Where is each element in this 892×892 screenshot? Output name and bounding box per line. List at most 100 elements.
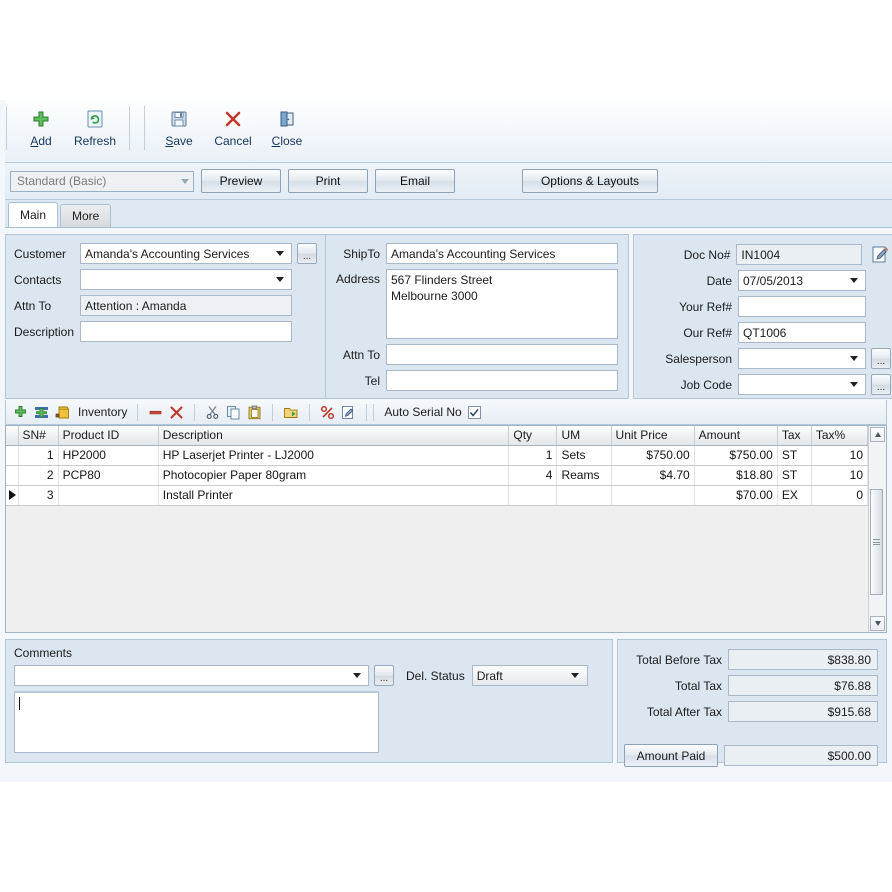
- shipto-input[interactable]: Amanda's Accounting Services: [386, 243, 618, 264]
- cut-icon[interactable]: [205, 405, 220, 420]
- scroll-up-button[interactable]: [870, 427, 885, 442]
- options-layouts-button[interactable]: Options & Layouts: [522, 169, 658, 193]
- comments-select[interactable]: [14, 665, 369, 686]
- col-header-tax[interactable]: Tax: [777, 426, 812, 446]
- copy-icon[interactable]: [226, 405, 241, 420]
- delete-row-icon[interactable]: [169, 405, 184, 420]
- contacts-label: Contacts: [14, 272, 62, 287]
- left-rail: [0, 100, 5, 782]
- auto-serial-checkbox[interactable]: [467, 405, 481, 419]
- inventory-icon[interactable]: [55, 405, 71, 420]
- salesperson-select[interactable]: [738, 348, 866, 369]
- grid-vertical-scrollbar[interactable]: [868, 426, 886, 632]
- cell-um[interactable]: [556, 485, 612, 506]
- col-header-description[interactable]: Description: [158, 426, 510, 446]
- ourref-input[interactable]: QT1006: [738, 322, 866, 343]
- cell-tax[interactable]: ST: [777, 445, 812, 466]
- insert-row-icon[interactable]: [34, 405, 49, 420]
- customer-browse-button[interactable]: ...: [297, 243, 317, 264]
- customer-select[interactable]: Amanda's Accounting Services: [80, 243, 292, 264]
- scrollbar-thumb[interactable]: [870, 489, 883, 595]
- cell-tax[interactable]: EX: [777, 485, 812, 506]
- col-header-tax-pct[interactable]: Tax%: [811, 426, 868, 446]
- ship-attn-input[interactable]: [386, 344, 618, 365]
- description-input[interactable]: [80, 321, 292, 342]
- col-header-qty[interactable]: Qty: [508, 426, 558, 446]
- cell-unit-price[interactable]: [611, 485, 695, 506]
- contacts-select[interactable]: [80, 269, 292, 290]
- del-status-label: Del. Status: [406, 668, 465, 683]
- cell-um[interactable]: Reams: [556, 465, 612, 486]
- cell-unit-price[interactable]: $750.00: [611, 445, 695, 466]
- cell-product-id[interactable]: [58, 485, 159, 506]
- cell-qty[interactable]: 1: [508, 445, 558, 466]
- col-header-amount[interactable]: Amount: [694, 426, 778, 446]
- cell-sn[interactable]: 2: [18, 465, 59, 486]
- comments-textarea[interactable]: [14, 691, 379, 753]
- scroll-down-button[interactable]: [870, 616, 885, 631]
- cell-qty[interactable]: [508, 485, 558, 506]
- comments-browse-button[interactable]: ...: [374, 665, 394, 686]
- salesperson-browse-button[interactable]: ...: [871, 348, 891, 369]
- col-header-sn[interactable]: SN#: [18, 426, 59, 446]
- table-row[interactable]: 1 HP2000 HP Laserjet Printer - LJ2000 1 …: [6, 445, 868, 466]
- del-status-select[interactable]: Draft: [471, 665, 588, 686]
- percent-icon[interactable]: [320, 405, 335, 420]
- cell-um[interactable]: Sets: [556, 445, 612, 466]
- scrollbar-track[interactable]: [869, 443, 886, 615]
- edit-pencil-icon[interactable]: [341, 405, 356, 420]
- add-button[interactable]: AAdddd: [14, 100, 68, 162]
- cancel-button[interactable]: Cancel: [206, 100, 260, 162]
- row-selector[interactable]: [6, 485, 19, 506]
- address-textarea[interactable]: 567 Flinders Street Melbourne 3000: [386, 269, 618, 339]
- docno-value: IN1004: [741, 247, 781, 262]
- cell-tax-pct[interactable]: 0: [811, 485, 868, 506]
- cell-tax-pct[interactable]: 10: [811, 465, 868, 486]
- cell-tax-pct[interactable]: 10: [811, 445, 868, 466]
- col-header-product-id[interactable]: Product ID: [58, 426, 159, 446]
- pencil-edit-icon[interactable]: [868, 244, 892, 265]
- save-button[interactable]: Save: [152, 100, 206, 162]
- layout-select[interactable]: Standard (Basic): [10, 170, 194, 192]
- cell-tax[interactable]: ST: [777, 465, 812, 486]
- date-picker[interactable]: 07/05/2013: [738, 270, 866, 291]
- table-row[interactable]: 2 PCP80 Photocopier Paper 80gram 4 Reams…: [6, 465, 868, 486]
- table-row-selected[interactable]: 3 Install Printer $70.00 EX 0: [6, 485, 868, 506]
- refresh-button[interactable]: Refresh: [68, 100, 122, 162]
- cell-sn[interactable]: 1: [18, 445, 59, 466]
- row-selector[interactable]: [6, 465, 19, 486]
- tab-more[interactable]: More: [60, 204, 112, 227]
- cell-product-id[interactable]: HP2000: [58, 445, 159, 466]
- cell-description[interactable]: HP Laserjet Printer - LJ2000: [158, 445, 510, 466]
- tab-main[interactable]: Main: [8, 202, 59, 227]
- print-button[interactable]: Print: [288, 169, 368, 193]
- tel-input[interactable]: [386, 370, 618, 391]
- yourref-input[interactable]: [738, 296, 866, 317]
- cell-qty[interactable]: 4: [508, 465, 558, 486]
- jobcode-browse-button[interactable]: ...: [871, 374, 891, 395]
- del-status-value: Draft: [476, 668, 503, 683]
- cell-product-id[interactable]: PCP80: [58, 465, 159, 486]
- remove-row-icon[interactable]: [148, 405, 163, 420]
- cell-description[interactable]: Photocopier Paper 80gram: [158, 465, 510, 486]
- preview-button[interactable]: Preview: [201, 169, 281, 193]
- paste-icon[interactable]: [247, 405, 262, 420]
- export-icon[interactable]: [283, 405, 299, 420]
- jobcode-select[interactable]: [738, 374, 866, 395]
- attn-to-input[interactable]: Attention : Amanda: [80, 295, 292, 316]
- cell-amount[interactable]: $70.00: [694, 485, 778, 506]
- cell-amount[interactable]: $750.00: [694, 445, 778, 466]
- col-header-unit-price[interactable]: Unit Price: [611, 426, 695, 446]
- cell-description[interactable]: Install Printer: [158, 485, 510, 506]
- add-row-icon[interactable]: [13, 405, 28, 420]
- close-button[interactable]: Close: [260, 100, 314, 162]
- cell-amount[interactable]: $18.80: [694, 465, 778, 486]
- docno-input[interactable]: IN1004: [736, 244, 863, 265]
- email-button[interactable]: Email: [375, 169, 455, 193]
- col-header-um[interactable]: UM: [556, 426, 612, 446]
- row-selector[interactable]: [6, 445, 19, 466]
- cell-sn[interactable]: 3: [18, 485, 59, 506]
- inventory-label[interactable]: Inventory: [78, 405, 127, 419]
- amount-paid-button[interactable]: Amount Paid: [624, 744, 718, 767]
- cell-unit-price[interactable]: $4.70: [611, 465, 695, 486]
